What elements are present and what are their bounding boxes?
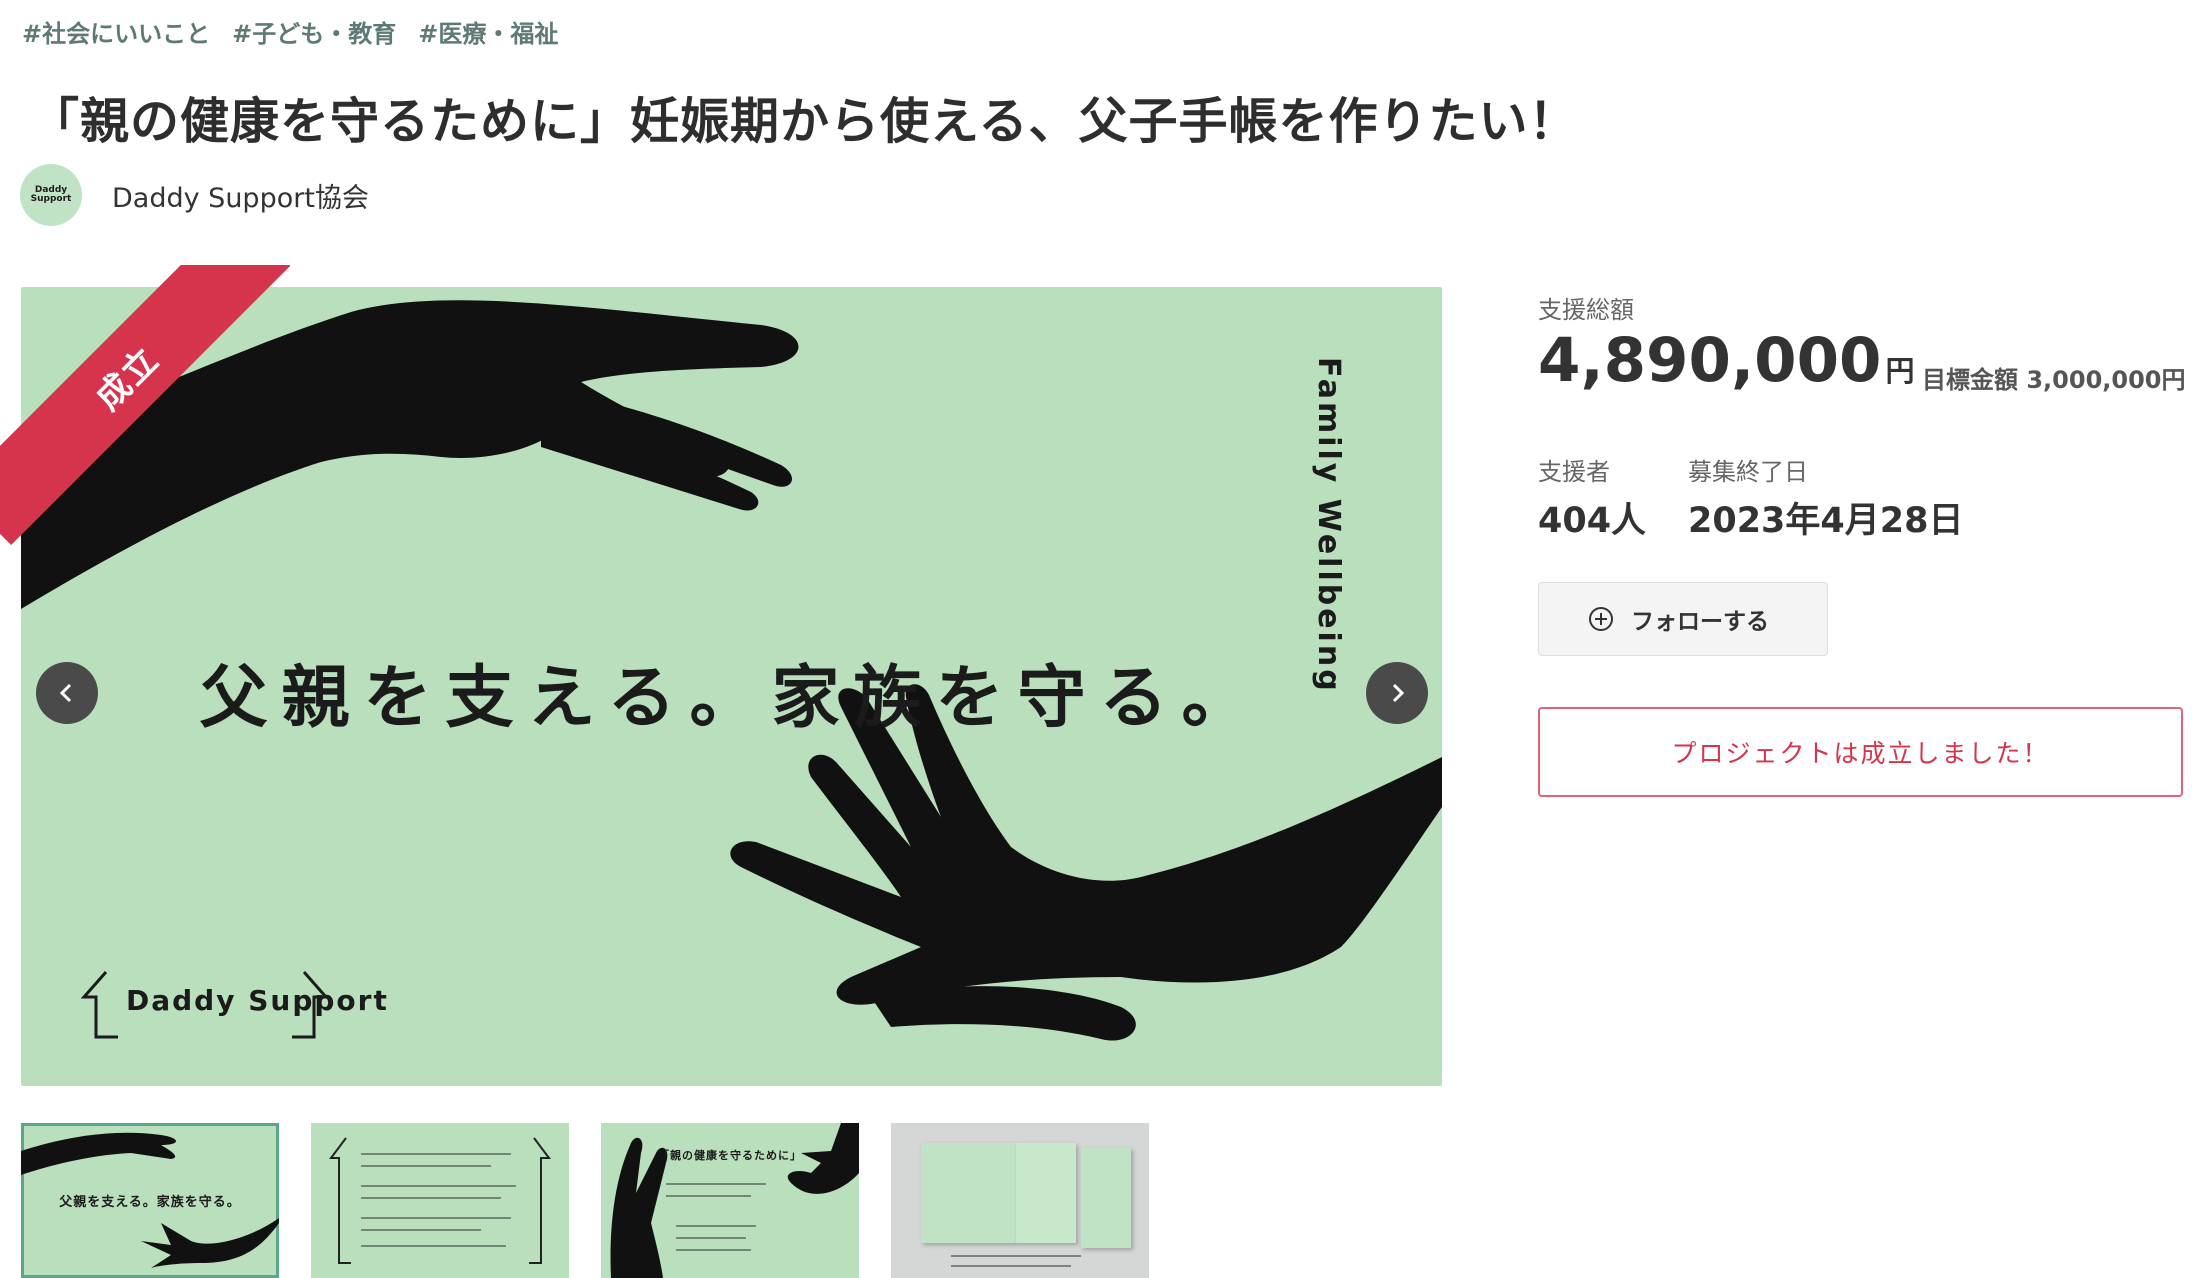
end-date-label: 募集終了日 [1688,458,1808,486]
thumbnail[interactable]: 「親の健康を守るために」 [601,1123,859,1278]
owner-avatar[interactable]: Daddy Support [20,164,82,226]
thumbnail-caption: 父親を支える。家族を守る。 [59,1195,241,1210]
daddy-support-logo: Daddy Support [76,967,436,1047]
project-success-message: プロジェクトは成立しました！ [1538,707,2183,797]
tag-link[interactable]: #子ども・教育 [232,14,396,49]
thumbnail[interactable] [311,1123,569,1278]
total-amount: 4,890,000 円 [1538,325,1914,396]
follow-label: フォローする [1631,609,1769,635]
tag-list: #社会にいいこと #子ども・教育 #医療・福祉 [22,14,558,49]
supporters-label: 支援者 [1538,458,1610,486]
thumbnail-list: 父親を支える。家族を守る。 「親の健康を守るために」 [21,1123,1149,1278]
total-amount-unit: 円 [1885,354,1915,388]
daddy-support-logo-icon: Daddy Support [30,185,72,204]
hero-vertical-text: Family Wellbeing [1311,357,1346,694]
hero-slogan: 父親を支える。家族を守る。 [199,659,1264,738]
goal-amount: 目標金額 3,000,000円 [1922,366,2186,394]
chevron-left-icon [59,683,72,703]
end-date: 2023年4月28日 [1688,501,1964,541]
owner-name[interactable]: Daddy Support協会 [112,176,369,215]
success-ribbon: 成立 [0,265,290,555]
project-owner[interactable]: Daddy Support Daddy Support協会 [20,164,369,226]
chevron-right-icon [1392,683,1405,703]
thumbnail[interactable]: 父親を支える。家族を守る。 [21,1123,279,1278]
plus-circle-icon [1589,607,1613,631]
follow-button[interactable]: フォローする [1538,582,1828,656]
total-label: 支援総額 [1538,296,1634,324]
thumbnail-caption: 「親の健康を守るために」 [658,1149,802,1162]
thumbnail-brackets [329,1137,551,1264]
ribbon-label: 成立 [87,338,168,419]
thumbnail[interactable] [891,1123,1149,1278]
total-amount-value: 4,890,000 [1538,325,1882,396]
tag-link[interactable]: #社会にいいこと [22,14,210,49]
logo-text: Daddy Support [126,984,389,1017]
supporters-count: 404人 [1538,501,1647,541]
project-title: 「親の健康を守るために」妊娠期から使える、父子手帳を作りたい！ [30,93,1579,150]
tag-link[interactable]: #医療・福祉 [418,14,558,49]
next-slide-button[interactable] [1366,662,1428,724]
prev-slide-button[interactable] [36,662,98,724]
